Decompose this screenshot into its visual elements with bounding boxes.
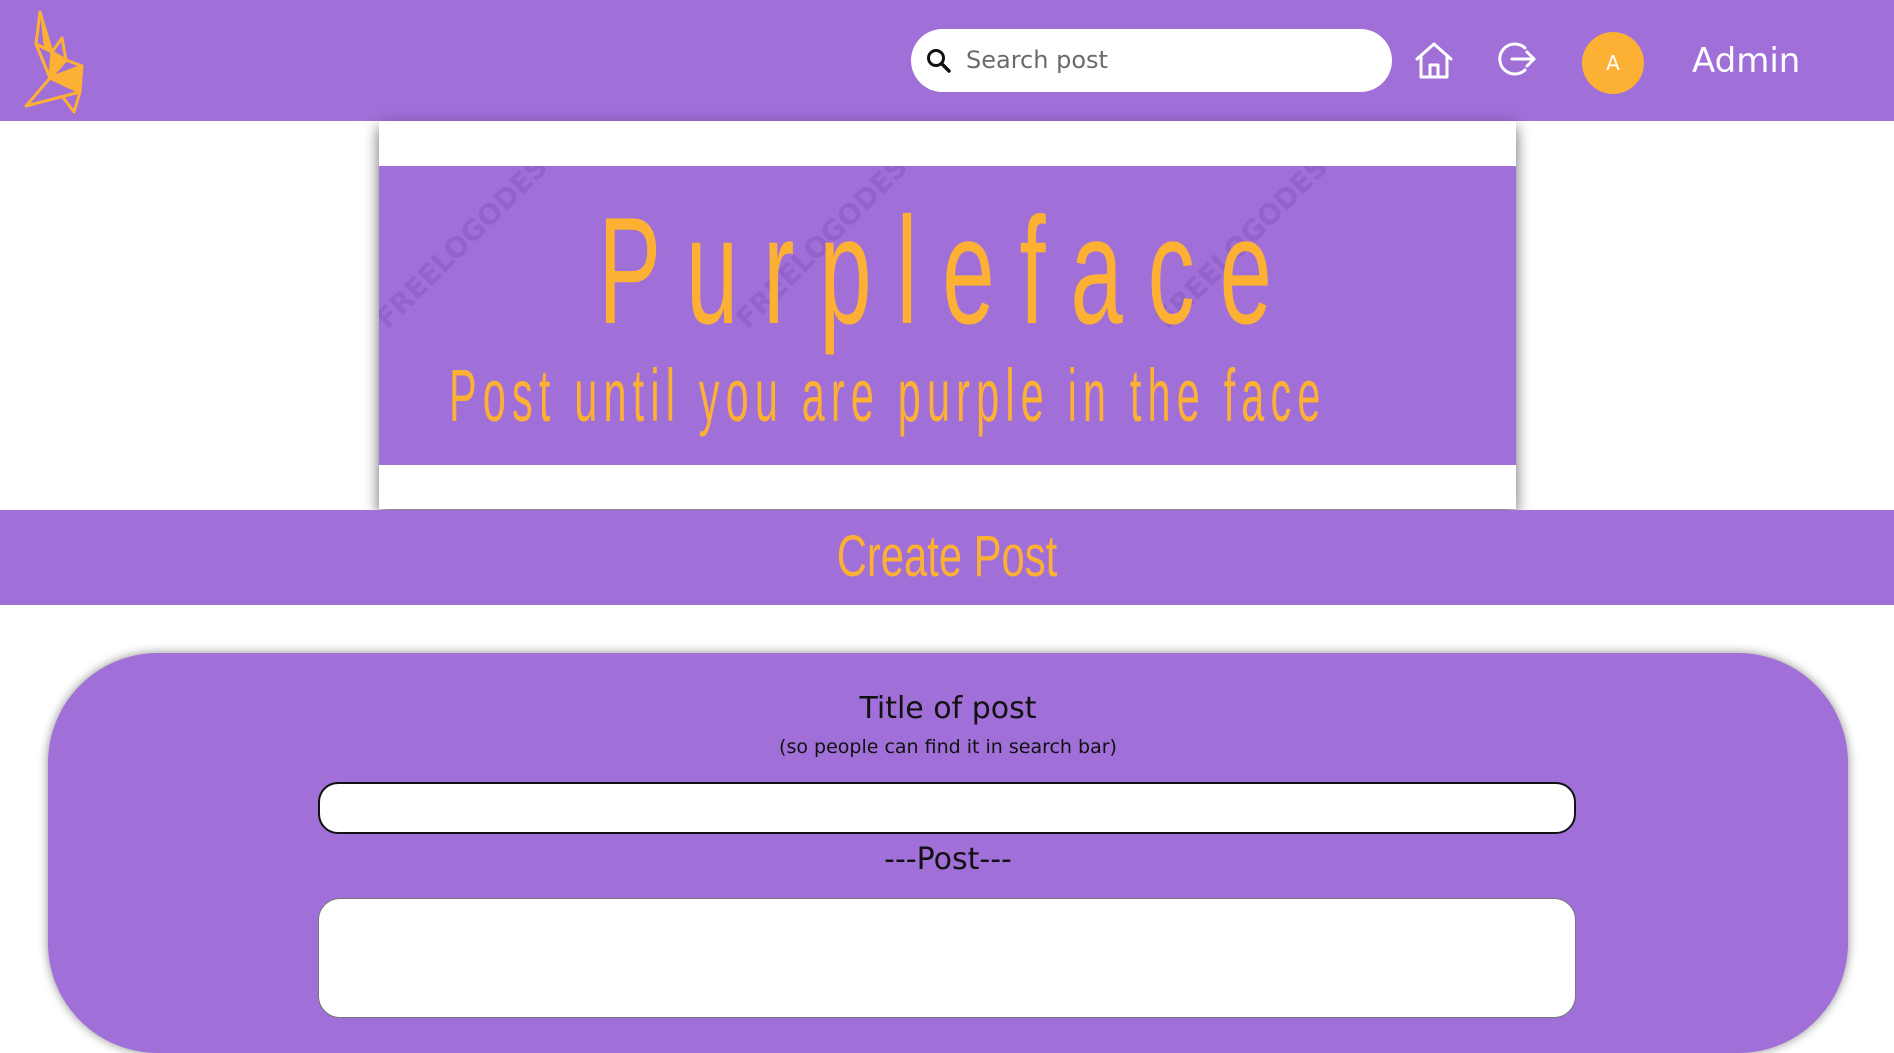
logout-button[interactable] xyxy=(1492,35,1540,83)
top-navbar: A Admin xyxy=(0,0,1894,121)
avatar[interactable]: A xyxy=(1582,32,1644,94)
home-button[interactable] xyxy=(1410,36,1458,84)
username-label[interactable]: Admin xyxy=(1692,36,1800,86)
post-title-input[interactable] xyxy=(318,782,1576,834)
search-bar[interactable] xyxy=(911,29,1392,92)
banner-tagline: Post until you are purple in the face xyxy=(449,354,1327,437)
origami-bird-logo[interactable] xyxy=(22,8,102,116)
page-title: Create Post xyxy=(836,524,1058,589)
banner-title: Purpleface xyxy=(598,186,1297,356)
banner-image: FREELOGODESIGN FREELOGODESIGN FREELOGODE… xyxy=(379,166,1516,465)
create-post-form: Title of post (so people can find it in … xyxy=(48,653,1848,1053)
watermark: FREELOGODESIGN xyxy=(379,166,595,336)
title-hint: (so people can find it in search bar) xyxy=(779,736,1117,758)
search-icon xyxy=(927,49,951,73)
post-body-textarea[interactable] xyxy=(318,898,1576,1018)
section-header: Create Post xyxy=(0,510,1894,605)
post-label: ---Post--- xyxy=(884,842,1012,877)
logout-icon xyxy=(1498,42,1536,76)
banner-card: FREELOGODESIGN FREELOGODESIGN FREELOGODE… xyxy=(379,121,1516,509)
title-label: Title of post xyxy=(859,691,1037,726)
search-input[interactable] xyxy=(966,37,1376,83)
home-icon xyxy=(1415,42,1453,79)
